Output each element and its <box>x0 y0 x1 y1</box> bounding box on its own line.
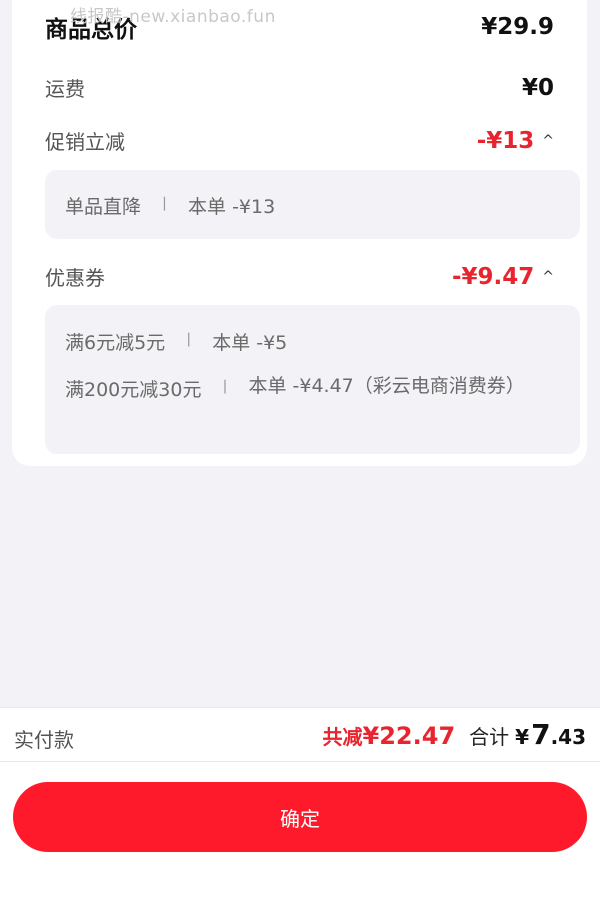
promo-detail-desc: 本单 -¥13 <box>188 196 276 218</box>
separator: 丨 <box>181 331 197 349</box>
total-label: 合计 <box>469 725 510 749</box>
discount-value: ¥22.47 <box>362 722 456 750</box>
coupon-label: 优惠券 <box>45 266 105 290</box>
coupon-detail-name: 满200元减30元 <box>65 379 202 401</box>
collapse-caret-icon[interactable]: ^ <box>542 269 554 285</box>
coupon-value: -¥9.47 <box>451 263 535 290</box>
checkout-bar: 实付款 共减 ¥22.47 合计 ¥ 7 .43 确定 <box>0 707 600 913</box>
shipping-value: ¥0 <box>521 74 554 101</box>
separator: 丨 <box>157 195 173 213</box>
price-summary-card: 商品总价 ¥29.9 运费 ¥0 促销立减 -¥13 ^ 单品直降 丨 本单 -… <box>12 0 587 466</box>
coupon-detail-desc: 本单 -¥5 <box>212 332 288 354</box>
watermark-text: 线报酷-new.xianbao.fun <box>70 7 276 27</box>
promo-detail-line: 单品直降 丨 本单 -¥13 <box>65 192 275 219</box>
separator: 丨 <box>217 378 233 396</box>
discount-label: 共减 <box>322 725 363 749</box>
goods-total-value: ¥29.9 <box>481 14 554 40</box>
promo-value: -¥13 <box>476 127 535 154</box>
shipping-row: 运费 ¥0 <box>45 73 554 102</box>
promo-value-wrap[interactable]: -¥13 ^ <box>477 128 554 154</box>
promo-detail-name: 单品直降 <box>65 196 142 218</box>
coupon-detail-box: 满6元减5元 丨 本单 -¥5 满200元减30元 丨 本单 -¥4.47（彩云… <box>45 305 580 454</box>
coupon-detail-name: 满6元减5元 <box>65 332 166 354</box>
coupon-detail-line: 满6元减5元 丨 本单 -¥5 <box>65 328 287 355</box>
pay-label: 实付款 <box>14 728 74 752</box>
total-int: 7 <box>531 718 551 751</box>
divider <box>0 761 600 762</box>
shipping-label: 运费 <box>45 77 85 101</box>
collapse-caret-icon[interactable]: ^ <box>542 133 554 149</box>
promo-detail-box: 单品直降 丨 本单 -¥13 <box>45 170 580 239</box>
total-dec: .43 <box>550 725 586 749</box>
confirm-button[interactable]: 确定 <box>13 782 587 852</box>
promo-row[interactable]: 促销立减 -¥13 ^ <box>45 126 554 155</box>
coupon-detail-desc: 本单 -¥4.47（彩云电商消费券） <box>248 375 525 397</box>
totals: 共减 ¥22.47 合计 ¥ 7 .43 <box>323 718 586 751</box>
total-currency: ¥ <box>515 725 530 749</box>
coupon-row[interactable]: 优惠券 -¥9.47 ^ <box>45 262 554 291</box>
promo-label: 促销立减 <box>45 130 125 154</box>
coupon-value-wrap[interactable]: -¥9.47 ^ <box>452 264 554 290</box>
coupon-detail-line: 满200元减30元 丨 本单 -¥4.47（彩云电商消费券） <box>65 375 530 405</box>
